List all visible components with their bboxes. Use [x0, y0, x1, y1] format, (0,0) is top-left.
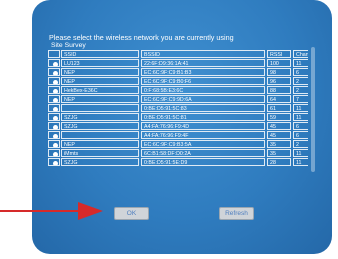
- rssi-cell: 96: [267, 77, 291, 85]
- select-cell[interactable]: [48, 149, 60, 157]
- bssid-cell: EC:6C:9F:C9:9D:6A: [141, 95, 265, 103]
- rssi-cell: 28: [267, 158, 291, 166]
- rssi-cell: 98: [267, 68, 291, 76]
- ssid-cell: NEP: [61, 140, 139, 148]
- network-radio[interactable]: [53, 161, 58, 165]
- ssid-cell: SZJG: [61, 122, 139, 130]
- rssi-cell: 45: [267, 131, 291, 139]
- bssid-cell: 6C:B1:58:DF:D0:2A: [141, 149, 265, 157]
- ssid-cell: iMmts: [61, 149, 139, 157]
- site-survey-label: Site Survey: [51, 42, 86, 49]
- ssid-cell: NEP: [61, 95, 139, 103]
- network-radio[interactable]: [53, 143, 58, 147]
- rssi-cell: 88: [267, 86, 291, 94]
- table-header: SSID BSSID RSSI Channel: [48, 50, 308, 59]
- ssid-cell: NEP: [61, 77, 139, 85]
- table-scrollbar[interactable]: [311, 47, 315, 172]
- network-radio[interactable]: [53, 107, 58, 111]
- network-radio[interactable]: [53, 116, 58, 120]
- rssi-cell: 35: [267, 149, 291, 157]
- table-row[interactable]: NEP EC:6C:9F:C9:B1:B3 98 6: [48, 68, 308, 77]
- channel-cell: 2: [293, 86, 308, 94]
- table-body: LU123 22:6F:D9:36:1A:41 100 11 NEP EC:6C:9F:C…: [48, 59, 308, 167]
- bssid-cell: EC:6C:9F:C9:B1:B3: [141, 68, 265, 76]
- ssid-cell: NEP: [61, 68, 139, 76]
- site-survey-table: SSID BSSID RSSI Channel LU12322:6F:D9:36…: [48, 50, 308, 186]
- channel-cell: 11: [293, 158, 308, 166]
- bssid-cell: 0:BE:D5:91:5E:D9: [141, 158, 265, 166]
- network-radio[interactable]: [53, 62, 58, 66]
- ok-button[interactable]: OK: [114, 207, 149, 220]
- channel-cell: 11: [293, 113, 308, 121]
- select-cell[interactable]: [48, 131, 60, 139]
- ssid-cell: SZJG: [61, 158, 139, 166]
- select-cell[interactable]: [48, 86, 60, 94]
- table-row[interactable]: HekBex-E36C 0:F:68:5B:E3:6C 88 2: [48, 86, 308, 95]
- select-cell[interactable]: [48, 113, 60, 121]
- table-row[interactable]: A4:FA:76:96:F9:4F 45 6: [48, 131, 308, 140]
- select-cell[interactable]: [48, 59, 60, 67]
- network-radio[interactable]: [53, 134, 58, 138]
- header-bssid: BSSID: [141, 50, 265, 58]
- table-row[interactable]: SZJG 0:BE:D5:91:5C:81 59 11: [48, 113, 308, 122]
- rssi-cell: 100: [267, 59, 291, 67]
- bssid-cell: EC:6C:9F:C9:B3:5A: [141, 140, 265, 148]
- bssid-cell: A4:FA:76:96:F9:4F: [141, 131, 265, 139]
- network-radio[interactable]: [53, 89, 58, 93]
- ssid-cell: [61, 104, 139, 112]
- channel-cell: 11: [293, 59, 308, 67]
- table-row[interactable]: SZJG 0:BE:D5:91:5E:D9 28 11: [48, 158, 308, 167]
- bssid-cell: 0:F:68:5B:E3:6C: [141, 86, 265, 94]
- select-cell[interactable]: [48, 104, 60, 112]
- channel-cell: 6: [293, 122, 308, 130]
- bssid-cell: 22:6F:D9:36:1A:41: [141, 59, 265, 67]
- refresh-button[interactable]: Refresh: [219, 207, 254, 220]
- dialog-title: Please select the wireless network you a…: [49, 33, 234, 42]
- table-row[interactable]: SZJG A4:FA:76:96:F9:4D 45 6: [48, 122, 308, 131]
- network-radio[interactable]: [53, 152, 58, 156]
- channel-cell: 11: [293, 149, 308, 157]
- rssi-cell: 64: [267, 95, 291, 103]
- select-cell[interactable]: [48, 77, 60, 85]
- channel-cell: 11: [293, 104, 308, 112]
- channel-cell: 6: [293, 131, 308, 139]
- rssi-cell: 45: [267, 122, 291, 130]
- header-select: [48, 50, 60, 58]
- ssid-cell: LU123: [61, 59, 139, 67]
- rssi-cell: 61: [267, 104, 291, 112]
- bssid-cell: 0:BE:D5:91:5C:83: [141, 104, 265, 112]
- channel-cell: 7: [293, 95, 308, 103]
- table-row[interactable]: NEP EC:6C:9F:C9:B0:F6 96 2: [48, 77, 308, 86]
- red-arrow-icon: [0, 202, 103, 220]
- ssid-cell: [61, 131, 139, 139]
- ssid-cell: SZJG: [61, 113, 139, 121]
- select-cell[interactable]: [48, 122, 60, 130]
- network-radio[interactable]: [53, 71, 58, 75]
- bssid-cell: 0:BE:D5:91:5C:81: [141, 113, 265, 121]
- network-radio[interactable]: [53, 98, 58, 102]
- header-ssid: SSID: [61, 50, 139, 58]
- bssid-cell: EC:6C:9F:C9:B0:F6: [141, 77, 265, 85]
- table-row[interactable]: 0:BE:D5:91:5C:83 61 11: [48, 104, 308, 113]
- channel-cell: 2: [293, 140, 308, 148]
- ssid-cell: HekBex-E36C: [61, 86, 139, 94]
- select-cell[interactable]: [48, 68, 60, 76]
- table-row[interactable]: NEP EC:6C:9F:C9:B3:5A 35 2: [48, 140, 308, 149]
- bssid-cell: A4:FA:76:96:F9:4D: [141, 122, 265, 130]
- table-row[interactable]: NEP EC:6C:9F:C9:9D:6A 64 7: [48, 95, 308, 104]
- table-row[interactable]: iMmts 6C:B1:58:DF:D0:2A 35 11: [48, 149, 308, 158]
- rssi-cell: 59: [267, 113, 291, 121]
- network-radio[interactable]: [53, 125, 58, 129]
- header-channel: Channel: [293, 50, 308, 58]
- select-cell[interactable]: [48, 95, 60, 103]
- channel-cell: 6: [293, 68, 308, 76]
- header-rssi: RSSI: [267, 50, 291, 58]
- table-row[interactable]: LU123 22:6F:D9:36:1A:41 100 11: [48, 59, 308, 68]
- select-cell[interactable]: [48, 158, 60, 166]
- network-radio[interactable]: [53, 80, 58, 84]
- select-cell[interactable]: [48, 140, 60, 148]
- rssi-cell: 35: [267, 140, 291, 148]
- channel-cell: 2: [293, 77, 308, 85]
